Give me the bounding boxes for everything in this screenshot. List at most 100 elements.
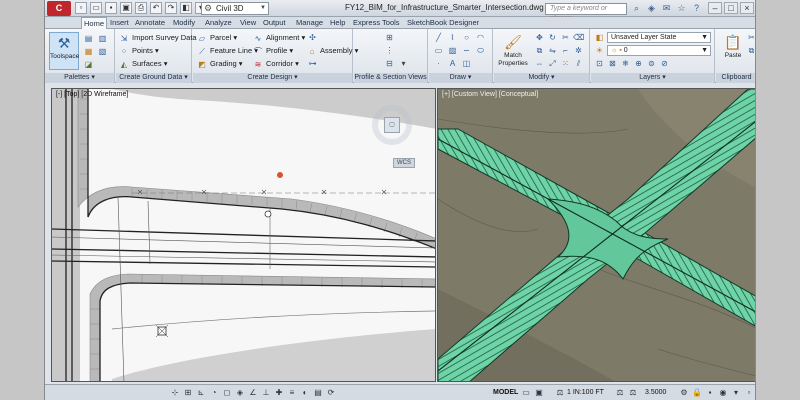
import-survey-data-button[interactable]: ⇲ Import Survey Data xyxy=(119,32,197,43)
transparency-icon[interactable]: ◐ xyxy=(300,388,310,398)
grading-button[interactable]: ◩ Grading ▾ xyxy=(197,58,242,69)
surfaces-button[interactable]: ◭ Surfaces ▾ xyxy=(119,58,168,69)
ortho-icon[interactable]: ⊾ xyxy=(196,388,206,398)
lightbulb-icon[interactable]: ☀ xyxy=(594,45,605,56)
workspace-switch-icon[interactable]: ⚙ xyxy=(679,388,689,398)
intersection-icon[interactable]: ✣ xyxy=(307,32,318,43)
help-icon[interactable]: ? xyxy=(691,2,702,14)
quick-properties-icon[interactable]: ▤ xyxy=(313,388,323,398)
stretch-icon[interactable]: ⇔ xyxy=(534,58,545,69)
tab-sketchbook-designer[interactable]: SketchBook Designer xyxy=(405,17,481,29)
tab-express-tools[interactable]: Express Tools xyxy=(351,17,402,29)
erase-icon[interactable]: ⌫ xyxy=(573,32,584,43)
layer-properties-icon[interactable]: ◧ xyxy=(594,32,605,43)
clean-screen-icon[interactable]: ▫ xyxy=(744,388,754,398)
rectangle-icon[interactable]: ▭ xyxy=(433,45,444,56)
otrack-icon[interactable]: ∠ xyxy=(248,388,258,398)
model-space-toggle[interactable]: MODEL xyxy=(493,388,518,398)
layer-freeze-icon[interactable]: ❄ xyxy=(620,58,631,69)
feature-line-button[interactable]: ⟋ Feature Line ▾ xyxy=(197,45,258,56)
cut-icon[interactable]: ✂ xyxy=(746,32,755,43)
ellipse-icon[interactable]: ⬭ xyxy=(475,45,486,56)
close-button[interactable]: × xyxy=(740,2,754,14)
current-layer-select[interactable]: ☼ ▪ 0 ▼ xyxy=(607,45,711,56)
new-icon[interactable]: ▫ xyxy=(75,2,87,14)
text-icon[interactable]: A xyxy=(447,58,458,69)
lock-ui-icon[interactable]: 🔒 xyxy=(692,388,702,398)
tab-analyze[interactable]: Analyze xyxy=(203,17,234,29)
layer-previous-icon[interactable]: ⊘ xyxy=(659,58,670,69)
search-input[interactable]: Type a keyword or phrase xyxy=(545,3,627,22)
mirror-icon[interactable]: ⇋ xyxy=(547,45,558,56)
corridor-button[interactable]: ≋ Corridor ▾ xyxy=(253,58,299,69)
layer-off-icon[interactable]: ⊠ xyxy=(607,58,618,69)
copy-clip-icon[interactable]: ⧉ xyxy=(746,45,755,56)
explode-icon[interactable]: ✲ xyxy=(573,45,584,56)
tab-modify[interactable]: Modify xyxy=(171,17,197,29)
viewport-label-top[interactable]: [-] [Top] [2D Wireframe] xyxy=(56,91,128,98)
spline-icon[interactable]: ∽ xyxy=(461,45,472,56)
application-menu-button[interactable]: C xyxy=(47,1,71,16)
profile-section-views-panel-title[interactable]: Profile & Section Views xyxy=(354,73,427,83)
minimize-button[interactable]: – xyxy=(708,2,722,14)
annotation-visibility-icon[interactable]: ⚖ xyxy=(615,388,625,398)
plot-icon[interactable]: ⎙ xyxy=(135,2,147,14)
isolate-objects-icon[interactable]: ◉ xyxy=(718,388,728,398)
layers-panel-title[interactable]: Layers ▾ xyxy=(591,73,714,83)
rotate-icon[interactable]: ↻ xyxy=(547,32,558,43)
trim-icon[interactable]: ✂ xyxy=(560,32,571,43)
open-icon[interactable]: ▭ xyxy=(90,2,102,14)
save-as-icon[interactable]: ▣ xyxy=(120,2,132,14)
selection-cycling-icon[interactable]: ⟳ xyxy=(326,388,336,398)
assembly-button[interactable]: ⌂ Assembly ▾ xyxy=(307,45,359,56)
tool-palette-icon[interactable]: ▦ xyxy=(83,46,94,57)
communication-center-icon[interactable]: ✉ xyxy=(661,2,672,14)
status-menu-icon[interactable]: ▾ xyxy=(731,388,741,398)
viewcube[interactable]: ▢ xyxy=(372,105,412,145)
create-ground-data-panel-title[interactable]: Create Ground Data ▾ xyxy=(116,73,191,83)
dyn-icon[interactable]: ✚ xyxy=(274,388,284,398)
tab-output[interactable]: Output xyxy=(261,17,288,29)
tab-insert[interactable]: Insert xyxy=(108,17,131,29)
circle-icon[interactable]: ○ xyxy=(461,32,472,43)
alignment-button[interactable]: ∿ Alignment ▾ xyxy=(253,32,306,43)
osnap-icon[interactable]: ◻ xyxy=(222,388,232,398)
properties-icon[interactable]: ▤ xyxy=(83,33,94,44)
workspace-select[interactable]: ⚙ Civil 3D ▼ xyxy=(201,2,269,15)
section-dropdown-icon[interactable]: ▾ xyxy=(398,58,409,69)
points-button[interactable]: ⁘ Points ▾ xyxy=(119,45,159,56)
block-icon[interactable]: ◫ xyxy=(461,58,472,69)
3d-osnap-icon[interactable]: ◈ xyxy=(235,388,245,398)
lineweight-icon[interactable]: ≡ xyxy=(287,388,297,398)
paste-button[interactable]: 📋 Paste xyxy=(718,32,748,70)
hardware-acceleration-icon[interactable]: ▪ xyxy=(705,388,715,398)
offset-icon[interactable]: ⫽ xyxy=(573,58,584,69)
hatch-icon[interactable]: ▨ xyxy=(447,45,458,56)
modify-panel-title[interactable]: Modify ▾ xyxy=(494,73,589,83)
save-icon[interactable]: ▪ xyxy=(105,2,117,14)
viewport-label-custom[interactable]: [+] [Custom View] [Conceptual] xyxy=(442,91,538,98)
conceptual-viewport[interactable]: [+] [Custom View] [Conceptual] ◦ □ × xyxy=(437,88,755,382)
profile-view-icon[interactable]: ⊞ xyxy=(384,32,395,43)
clipboard-panel-title[interactable]: Clipboard xyxy=(716,73,755,83)
tab-annotate[interactable]: Annotate xyxy=(133,17,167,29)
plan-viewport[interactable]: [-] [Top] [2D Wireframe] ▢ WCS xyxy=(51,88,436,382)
auto-scale-icon[interactable]: ⚖ xyxy=(628,388,638,398)
layer-match-icon[interactable]: ⊜ xyxy=(646,58,657,69)
quick-view-drawings-icon[interactable]: ▣ xyxy=(534,388,544,398)
map-icon[interactable]: ◪ xyxy=(83,59,94,70)
create-design-panel-title[interactable]: Create Design ▾ xyxy=(193,73,352,83)
section-views-icon[interactable]: ⊟ xyxy=(384,58,395,69)
draw-panel-title[interactable]: Draw ▾ xyxy=(429,73,492,83)
point-icon[interactable]: · xyxy=(433,58,444,69)
panorama-icon[interactable]: ▧ xyxy=(97,46,108,57)
match-properties-button[interactable]: 🖌 Match Properties xyxy=(496,32,530,70)
grid-icon[interactable]: ⊞ xyxy=(183,388,193,398)
elevation-value[interactable]: 3.5000 xyxy=(645,388,666,398)
toolspace-button[interactable]: ⚒ Toolspace xyxy=(49,32,79,70)
search-icon[interactable]: ⌕ xyxy=(631,2,642,14)
line-icon[interactable]: ╱ xyxy=(433,32,444,43)
arc-icon[interactable]: ◠ xyxy=(475,32,486,43)
layer-lock-icon[interactable]: ⊕ xyxy=(633,58,644,69)
tab-help[interactable]: Help xyxy=(328,17,347,29)
